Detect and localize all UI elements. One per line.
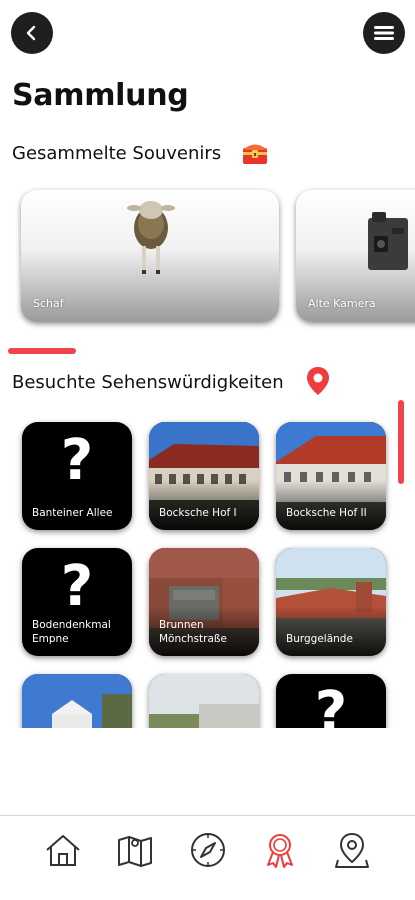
sight-tile[interactable]: Bocksche Hof II (276, 422, 386, 530)
sight-label: Bocksche Hof I (159, 507, 237, 519)
location-pin-icon (307, 367, 329, 395)
sights-section-title: Besuchte Sehenswürdigkeiten (12, 372, 284, 393)
treasure-chest-icon (243, 144, 267, 164)
souvenir-label: Alte Kamera (308, 297, 376, 310)
sight-label: Burggelände (286, 633, 353, 645)
award-ribbon-icon[interactable] (260, 830, 300, 870)
sight-tile[interactable] (22, 674, 132, 728)
sight-label: Banteiner Allee (32, 507, 113, 519)
question-mark-icon: ? (60, 554, 94, 619)
sight-tile[interactable] (149, 674, 259, 728)
question-mark-icon: ? (314, 680, 348, 728)
compass-icon[interactable] (188, 830, 228, 870)
sights-scrollbar[interactable] (398, 400, 404, 484)
photo-overlay (149, 480, 259, 530)
sight-tile-locked[interactable]: ? (276, 674, 386, 728)
sheep-model-icon (127, 201, 175, 274)
map-icon[interactable] (115, 830, 155, 870)
carousel-scroll-indicator (8, 348, 76, 354)
home-icon[interactable] (43, 830, 83, 870)
location-pin-outline-icon[interactable] (332, 830, 372, 870)
souvenir-label: Schaf (33, 297, 64, 310)
sight-photo (22, 674, 132, 728)
hamburger-menu-icon (374, 26, 394, 40)
souvenir-card[interactable]: Alte Kamera (296, 190, 415, 322)
sight-tile[interactable]: Brunnen Mönchstraße (149, 548, 259, 656)
photo-overlay (276, 606, 386, 656)
sight-tile-locked[interactable]: ? Bodendenkmal Empne (22, 548, 132, 656)
sight-label: Bodendenkmal Empne (32, 619, 111, 645)
sight-label: Bocksche Hof II (286, 507, 367, 519)
sight-photo (149, 674, 259, 728)
bottom-navigation (0, 815, 415, 900)
top-bar (0, 0, 415, 70)
souvenir-carousel[interactable]: Schaf Alte Kamera (0, 185, 415, 330)
question-mark-icon: ? (60, 428, 94, 493)
photo-overlay (276, 480, 386, 530)
sight-tile[interactable]: Bocksche Hof I (149, 422, 259, 530)
page-title: Sammlung (12, 78, 189, 113)
sight-tile-locked[interactable]: ? Banteiner Allee (22, 422, 132, 530)
sights-grid[interactable]: ? Banteiner Allee Bocksche Hof I Bocksch… (0, 410, 415, 728)
souvenir-card[interactable]: Schaf (21, 190, 279, 322)
menu-button[interactable] (363, 12, 405, 54)
camera-model-icon (368, 212, 408, 270)
sight-tile[interactable]: Burggelände (276, 548, 386, 656)
chevron-left-icon (26, 25, 36, 41)
souvenirs-section-title: Gesammelte Souvenirs (12, 143, 222, 164)
back-button[interactable] (11, 12, 53, 54)
sight-label: Brunnen Mönchstraße (159, 619, 227, 645)
